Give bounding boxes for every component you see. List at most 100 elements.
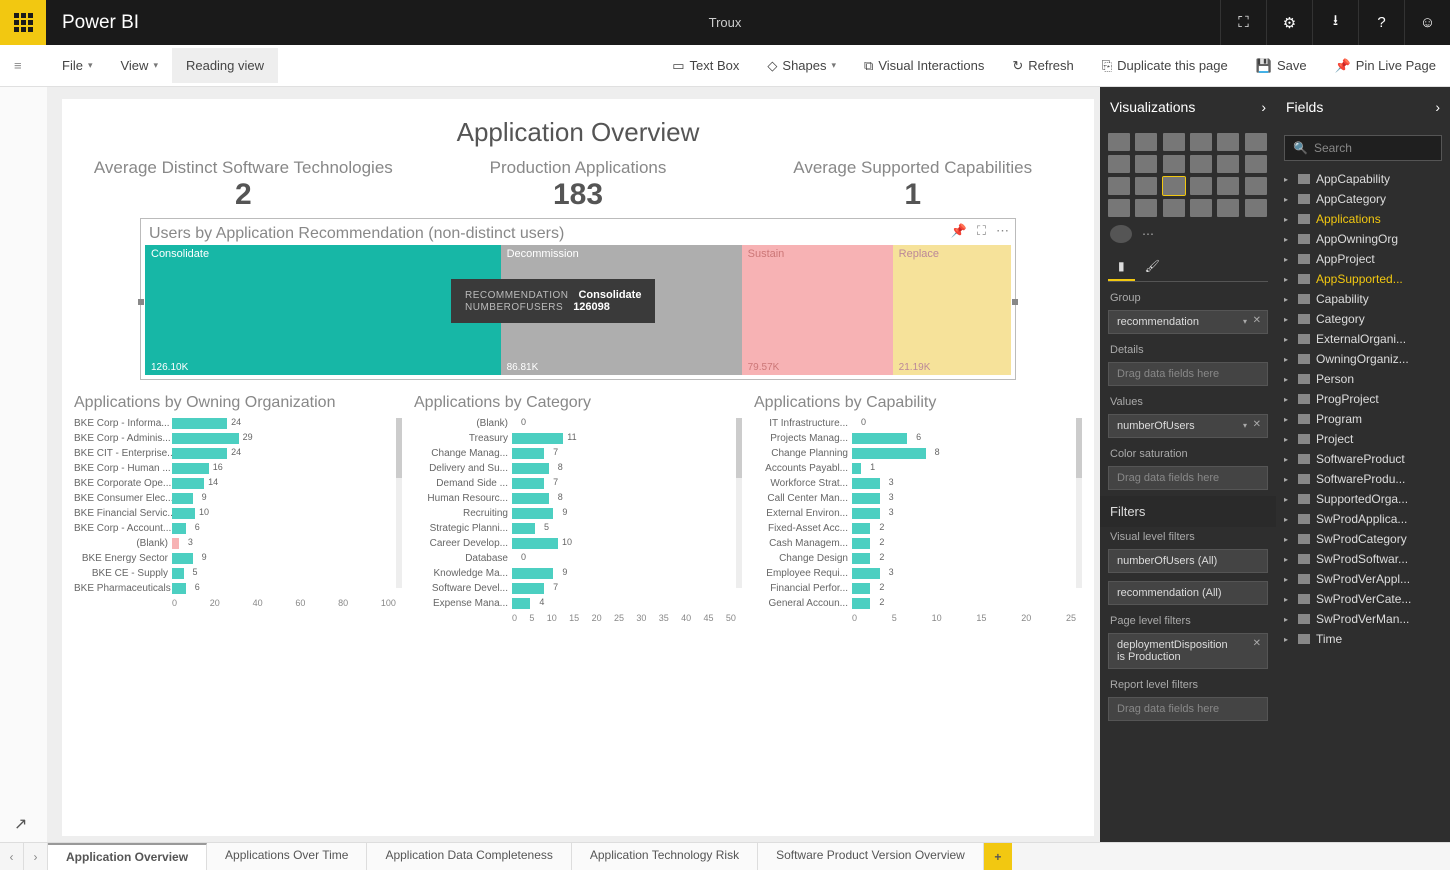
file-menu[interactable]: File▾	[48, 48, 106, 83]
bar-row[interactable]: BKE Consumer Elec...9	[74, 491, 402, 506]
reading-view-button[interactable]: Reading view	[172, 48, 278, 83]
viz-type-icon[interactable]	[1135, 199, 1157, 217]
bar-row[interactable]: BKE Energy Sector9	[74, 551, 402, 566]
scrollbar[interactable]	[396, 418, 402, 588]
field-item[interactable]: ▸Person	[1276, 369, 1450, 389]
field-item[interactable]: ▸Capability	[1276, 289, 1450, 309]
viz-more-icon[interactable]	[1110, 225, 1132, 243]
tab-prev[interactable]: ‹	[0, 843, 24, 870]
settings-icon[interactable]: ⚙	[1266, 0, 1312, 45]
textbox-button[interactable]: ▭Text Box	[658, 48, 753, 84]
treemap-cell-replace[interactable]: Replace21.19K	[893, 245, 1011, 375]
field-item[interactable]: ▸SwProdVerCate...	[1276, 589, 1450, 609]
fields-search[interactable]: 🔍Search	[1284, 135, 1442, 161]
viz-type-icon[interactable]	[1245, 155, 1267, 173]
bar-row[interactable]: Employee Requi...3	[754, 566, 1082, 581]
viz-type-icon[interactable]	[1217, 199, 1239, 217]
bar-row[interactable]: Projects Manag...6	[754, 431, 1082, 446]
viz-type-icon[interactable]	[1108, 177, 1130, 195]
field-item[interactable]: ▸SwProdSoftwar...	[1276, 549, 1450, 569]
save-button[interactable]: 💾Save	[1242, 48, 1321, 84]
viz-type-icon[interactable]	[1190, 155, 1212, 173]
bar-row[interactable]: General Accoun...2	[754, 596, 1082, 611]
viz-type-icon[interactable]	[1163, 133, 1185, 151]
bar-row[interactable]: Change Planning8	[754, 446, 1082, 461]
field-item[interactable]: ▸SwProdCategory	[1276, 529, 1450, 549]
bar-row[interactable]: BKE Corp - Informa...24	[74, 416, 402, 431]
bar-row[interactable]: Change Design2	[754, 551, 1082, 566]
format-tab[interactable]: 🖌	[1135, 253, 1170, 281]
values-well[interactable]: numberOfUsers▾✕	[1108, 414, 1268, 438]
field-item[interactable]: ▸OwningOrganiz...	[1276, 349, 1450, 369]
fields-tab[interactable]: ▮	[1108, 253, 1135, 281]
bar-row[interactable]: BKE Corp - Account...6	[74, 521, 402, 536]
viz-type-icon[interactable]	[1245, 199, 1267, 217]
kpi-prod-apps[interactable]: Production Applications 183	[411, 158, 746, 212]
bar-row[interactable]: BKE Financial Servic...10	[74, 506, 402, 521]
duplicate-page-button[interactable]: ⎘Duplicate this page	[1088, 48, 1242, 84]
view-menu[interactable]: View▾	[106, 48, 171, 83]
page-tab[interactable]: Applications Over Time	[207, 843, 367, 870]
bar-row[interactable]: Treasury11	[414, 431, 742, 446]
download-icon[interactable]: ⭳	[1312, 0, 1358, 45]
bar-row[interactable]: Demand Side ...7	[414, 476, 742, 491]
nav-toggle-icon[interactable]: ≡	[14, 58, 22, 73]
tab-next[interactable]: ›	[24, 843, 48, 870]
bar-row[interactable]: Knowledge Ma...9	[414, 566, 742, 581]
viz-type-icon[interactable]	[1108, 133, 1130, 151]
bar-row[interactable]: BKE CE - Supply5	[74, 566, 402, 581]
page-tab[interactable]: Application Technology Risk	[572, 843, 758, 870]
viz-type-icon[interactable]	[1163, 155, 1185, 173]
scrollbar[interactable]	[1076, 418, 1082, 588]
scrollbar[interactable]	[736, 418, 742, 588]
field-item[interactable]: ▸SwProdVerMan...	[1276, 609, 1450, 629]
focus-visual-icon[interactable]: ⛶	[977, 223, 986, 239]
viz-type-icon[interactable]	[1135, 133, 1157, 151]
saturation-well[interactable]: Drag data fields here	[1108, 466, 1268, 490]
field-item[interactable]: ▸Program	[1276, 409, 1450, 429]
bar-row[interactable]: External Environ...3	[754, 506, 1082, 521]
page-tab[interactable]: Application Data Completeness	[367, 843, 571, 870]
visual-interactions-button[interactable]: ⧉Visual Interactions	[850, 48, 998, 84]
bar-row[interactable]: BKE Corporate Ope...14	[74, 476, 402, 491]
refresh-button[interactable]: ↻Refresh	[998, 48, 1087, 84]
viz-type-icon[interactable]	[1108, 155, 1130, 173]
report-canvas[interactable]: Application Overview Average Distinct So…	[62, 99, 1094, 836]
treemap-visual[interactable]: 📌 ⛶ ⋯ Users by Application Recommendatio…	[140, 218, 1016, 380]
focus-mode-icon[interactable]: ⛶	[1220, 0, 1266, 45]
shapes-button[interactable]: ◇Shapes▾	[753, 48, 850, 84]
viz-type-icon[interactable]	[1190, 177, 1212, 195]
viz-type-icon[interactable]	[1163, 199, 1185, 217]
field-item[interactable]: ▸Project	[1276, 429, 1450, 449]
treemap-cell-sustain[interactable]: Sustain79.57K	[742, 245, 893, 375]
bar-row[interactable]: IT Infrastructure...0	[754, 416, 1082, 431]
field-item[interactable]: ▸ExternalOrgani...	[1276, 329, 1450, 349]
bar-row[interactable]: Database0	[414, 551, 742, 566]
field-item[interactable]: ▸AppCapability	[1276, 169, 1450, 189]
bar-row[interactable]: Change Manag...7	[414, 446, 742, 461]
bar-chart[interactable]: Applications by Category(Blank)0Treasury…	[414, 394, 742, 634]
field-item[interactable]: ▸AppSupported...	[1276, 269, 1450, 289]
add-page-button[interactable]: +	[984, 843, 1012, 870]
help-icon[interactable]: ?	[1358, 0, 1404, 45]
field-item[interactable]: ▸AppOwningOrg	[1276, 229, 1450, 249]
field-item[interactable]: ▸SoftwareProdu...	[1276, 469, 1450, 489]
field-item[interactable]: ▸SwProdVerAppl...	[1276, 569, 1450, 589]
bar-row[interactable]: Financial Perfor...2	[754, 581, 1082, 596]
viz-type-icon[interactable]	[1217, 133, 1239, 151]
kpi-avg-tech[interactable]: Average Distinct Software Technologies 2	[76, 158, 411, 212]
field-item[interactable]: ▸SupportedOrga...	[1276, 489, 1450, 509]
pin-visual-icon[interactable]: 📌	[951, 223, 967, 239]
viz-type-icon[interactable]	[1217, 177, 1239, 195]
bar-row[interactable]: Strategic Planni...5	[414, 521, 742, 536]
treemap-cell-consolidate[interactable]: Consolidate126.10K	[145, 245, 501, 375]
bar-row[interactable]: Human Resourc...8	[414, 491, 742, 506]
collapse-icon[interactable]: ›	[1261, 99, 1266, 115]
bar-row[interactable]: BKE Corp - Human ...16	[74, 461, 402, 476]
bar-row[interactable]: Cash Managem...2	[754, 536, 1082, 551]
report-filter-well[interactable]: Drag data fields here	[1108, 697, 1268, 721]
viz-type-icon[interactable]	[1190, 199, 1212, 217]
details-well[interactable]: Drag data fields here	[1108, 362, 1268, 386]
bar-row[interactable]: Call Center Man...3	[754, 491, 1082, 506]
bar-row[interactable]: Delivery and Su...8	[414, 461, 742, 476]
